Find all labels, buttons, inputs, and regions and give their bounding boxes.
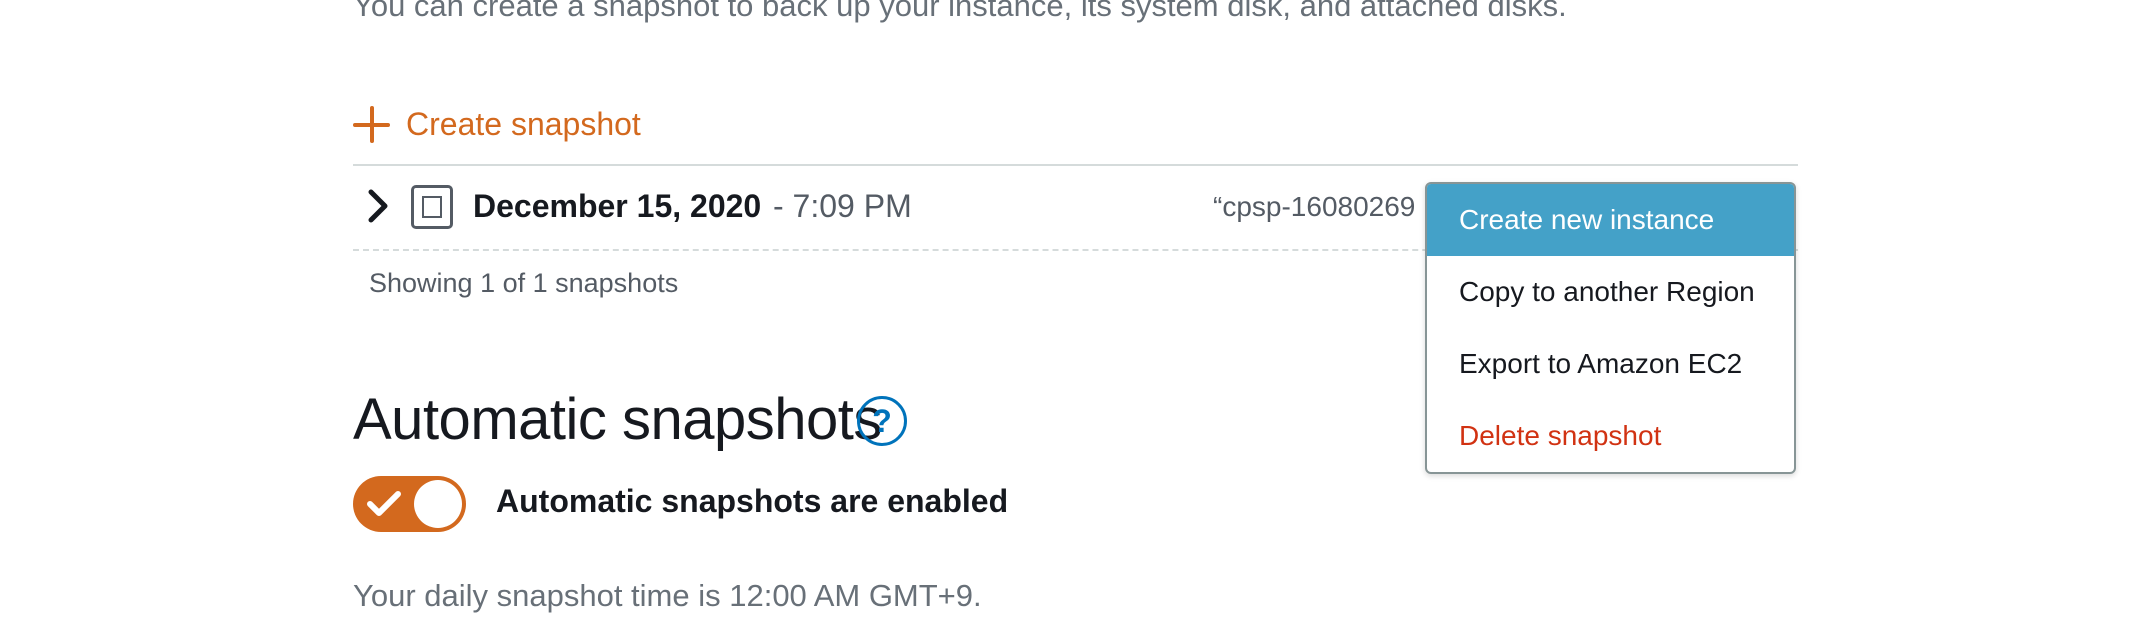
check-icon — [367, 491, 401, 516]
intro-text: You can create a snapshot to back up you… — [353, 0, 1567, 23]
showing-count: Showing 1 of 1 snapshots — [369, 268, 679, 298]
toggle-knob — [414, 480, 462, 528]
section-title: Automatic snapshots — [353, 387, 882, 452]
snapshot-icon — [411, 185, 453, 229]
toggle-label: Automatic snapshots are enabled — [496, 483, 1009, 519]
divider — [353, 164, 1798, 166]
snapshot-actions-menu: Create new instance Copy to another Regi… — [1425, 182, 1796, 474]
menu-item-export-to-ec2[interactable]: Export to Amazon EC2 — [1427, 328, 1794, 400]
snapshot-date: December 15, 2020 — [473, 188, 762, 224]
create-snapshot-button[interactable]: Create snapshot — [353, 106, 641, 143]
menu-item-copy-to-region[interactable]: Copy to another Region — [1427, 256, 1794, 328]
chevron-right-icon[interactable] — [363, 188, 393, 224]
menu-item-create-new-instance[interactable]: Create new instance — [1427, 184, 1794, 256]
menu-item-delete-snapshot[interactable]: Delete snapshot — [1427, 400, 1794, 472]
plus-icon — [353, 106, 390, 143]
create-snapshot-label: Create snapshot — [406, 106, 641, 142]
daily-snapshot-time-text: Your daily snapshot time is 12:00 AM GMT… — [353, 578, 982, 613]
snapshot-name: “cpsp-16080269 — [1213, 191, 1416, 222]
help-icon[interactable]: ? — [857, 396, 907, 446]
snapshot-time: - 7:09 PM — [773, 188, 912, 224]
automatic-snapshots-toggle[interactable] — [353, 476, 466, 532]
